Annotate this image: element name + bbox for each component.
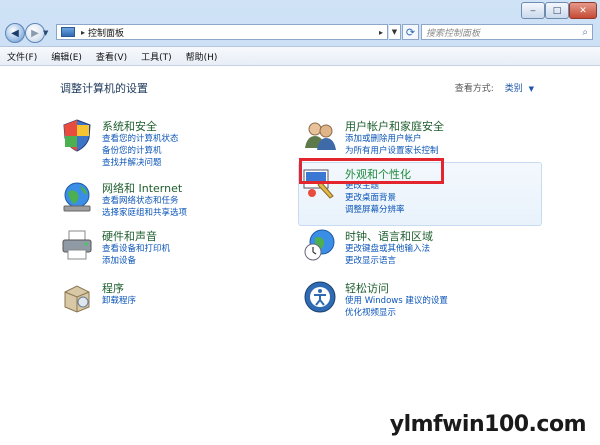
clock-globe-icon (304, 229, 335, 261)
view-by-dropdown-icon[interactable]: ▼ (529, 85, 534, 93)
watermark-text: ylmfwin100.com (389, 412, 587, 437)
search-icon[interactable]: ⌕ (582, 27, 588, 38)
network-globe-icon (63, 182, 91, 212)
link-change-keyboard-input[interactable]: 更改键盘或其他输入法 (345, 243, 430, 255)
link-parental-controls[interactable]: 为所有用户设置家长控制 (345, 145, 439, 157)
menu-help[interactable]: 帮助(H) (179, 50, 225, 63)
link-screen-resolution[interactable]: 调整屏幕分辨率 (345, 204, 405, 216)
maximize-button[interactable]: □ (545, 2, 569, 19)
highlight-annotation-box (299, 158, 444, 184)
category-links: 更改键盘或其他输入法 更改显示语言 (345, 243, 430, 267)
refresh-button[interactable]: ⟳ (402, 24, 419, 40)
menu-bar: 文件(F) 编辑(E) 查看(V) 工具(T) 帮助(H) (0, 46, 600, 66)
category-title[interactable]: 硬件和声音 (102, 228, 157, 244)
link-desktop-background[interactable]: 更改桌面背景 (345, 192, 405, 204)
category-title[interactable]: 系统和安全 (102, 118, 157, 134)
link-devices-printers[interactable]: 查看设备和打印机 (102, 243, 170, 255)
link-network-status[interactable]: 查看网络状态和任务 (102, 195, 187, 207)
category-links: 更改主题 更改桌面背景 调整屏幕分辨率 (345, 180, 405, 216)
menu-view[interactable]: 查看(V) (89, 50, 134, 63)
link-optimize-visual-display[interactable]: 优化视频显示 (345, 307, 448, 319)
control-panel-window: ‒ □ ✕ ◀ ▶ ▼ ▸ 控制面板 ▸ ▼ ⟳ 搜索控制面板 ⌕ 文件(F) … (0, 0, 600, 445)
link-change-display-language[interactable]: 更改显示语言 (345, 255, 430, 267)
content-area: 调整计算机的设置 查看方式: 类别 ▼ 系统和安全 查看您的计算机状态 备份您的… (0, 66, 600, 445)
menu-edit[interactable]: 编辑(E) (44, 50, 89, 63)
link-add-remove-accounts[interactable]: 添加或删除用户帐户 (345, 133, 439, 145)
link-windows-recommended-settings[interactable]: 使用 Windows 建议的设置 (345, 295, 448, 307)
category-links: 查看设备和打印机 添加设备 (102, 243, 170, 267)
breadcrumb-chevron-icon[interactable]: ▸ (379, 28, 383, 37)
link-troubleshoot[interactable]: 查找并解决问题 (102, 157, 179, 169)
forward-arrow-icon: ▶ (31, 27, 39, 39)
refresh-icon: ⟳ (405, 25, 416, 39)
address-bar[interactable]: ▸ 控制面板 ▸ (56, 24, 388, 40)
link-homegroup-sharing[interactable]: 选择家庭组和共享选项 (102, 207, 187, 219)
category-title[interactable]: 程序 (102, 280, 124, 296)
navigation-bar: ◀ ▶ ▼ ▸ 控制面板 ▸ ▼ ⟳ 搜索控制面板 ⌕ (0, 20, 600, 46)
menu-tools[interactable]: 工具(T) (134, 50, 179, 63)
page-title: 调整计算机的设置 (60, 82, 148, 95)
view-by: 查看方式: 类别 ▼ (455, 81, 534, 94)
link-add-device[interactable]: 添加设备 (102, 255, 170, 267)
category-links: 添加或删除用户帐户 为所有用户设置家长控制 (345, 133, 439, 157)
menu-file[interactable]: 文件(F) (0, 50, 44, 63)
control-panel-icon (61, 27, 75, 37)
link-backup-computer[interactable]: 备份您的计算机 (102, 145, 179, 157)
breadcrumb-separator-icon[interactable]: ▸ (81, 28, 85, 37)
back-arrow-icon: ◀ (11, 27, 19, 39)
category-links: 查看您的计算机状态 备份您的计算机 查找并解决问题 (102, 133, 179, 169)
category-title[interactable]: 轻松访问 (345, 280, 389, 296)
minimize-button[interactable]: ‒ (521, 2, 545, 19)
link-view-computer-status[interactable]: 查看您的计算机状态 (102, 133, 179, 145)
category-links: 卸载程序 (102, 295, 136, 307)
printer-icon (62, 230, 92, 260)
recent-pages-dropdown-icon[interactable]: ▼ (43, 29, 48, 37)
category-links: 使用 Windows 建议的设置 优化视频显示 (345, 295, 448, 319)
search-box[interactable]: 搜索控制面板 ⌕ (421, 24, 593, 40)
users-icon (305, 122, 336, 150)
category-title[interactable]: 用户帐户和家庭安全 (345, 118, 444, 134)
shield-icon (63, 119, 91, 152)
view-by-selector[interactable]: 类别 (505, 84, 523, 94)
programs-box-icon (64, 285, 90, 313)
view-by-label: 查看方式: (454, 84, 494, 94)
link-uninstall-program[interactable]: 卸载程序 (102, 295, 136, 307)
title-bar: ‒ □ ✕ (0, 0, 600, 20)
back-button[interactable]: ◀ (5, 23, 25, 43)
category-title[interactable]: 网络和 Internet (102, 180, 182, 196)
forward-button[interactable]: ▶ (25, 23, 45, 43)
ease-of-access-icon (304, 281, 336, 313)
breadcrumb-control-panel[interactable]: 控制面板 (88, 26, 124, 39)
close-button[interactable]: ✕ (569, 2, 597, 19)
category-title[interactable]: 时钟、语言和区域 (345, 228, 433, 244)
category-links: 查看网络状态和任务 选择家庭组和共享选项 (102, 195, 187, 219)
search-placeholder: 搜索控制面板 (426, 28, 481, 39)
address-history-dropdown-icon[interactable]: ▼ (389, 24, 401, 40)
